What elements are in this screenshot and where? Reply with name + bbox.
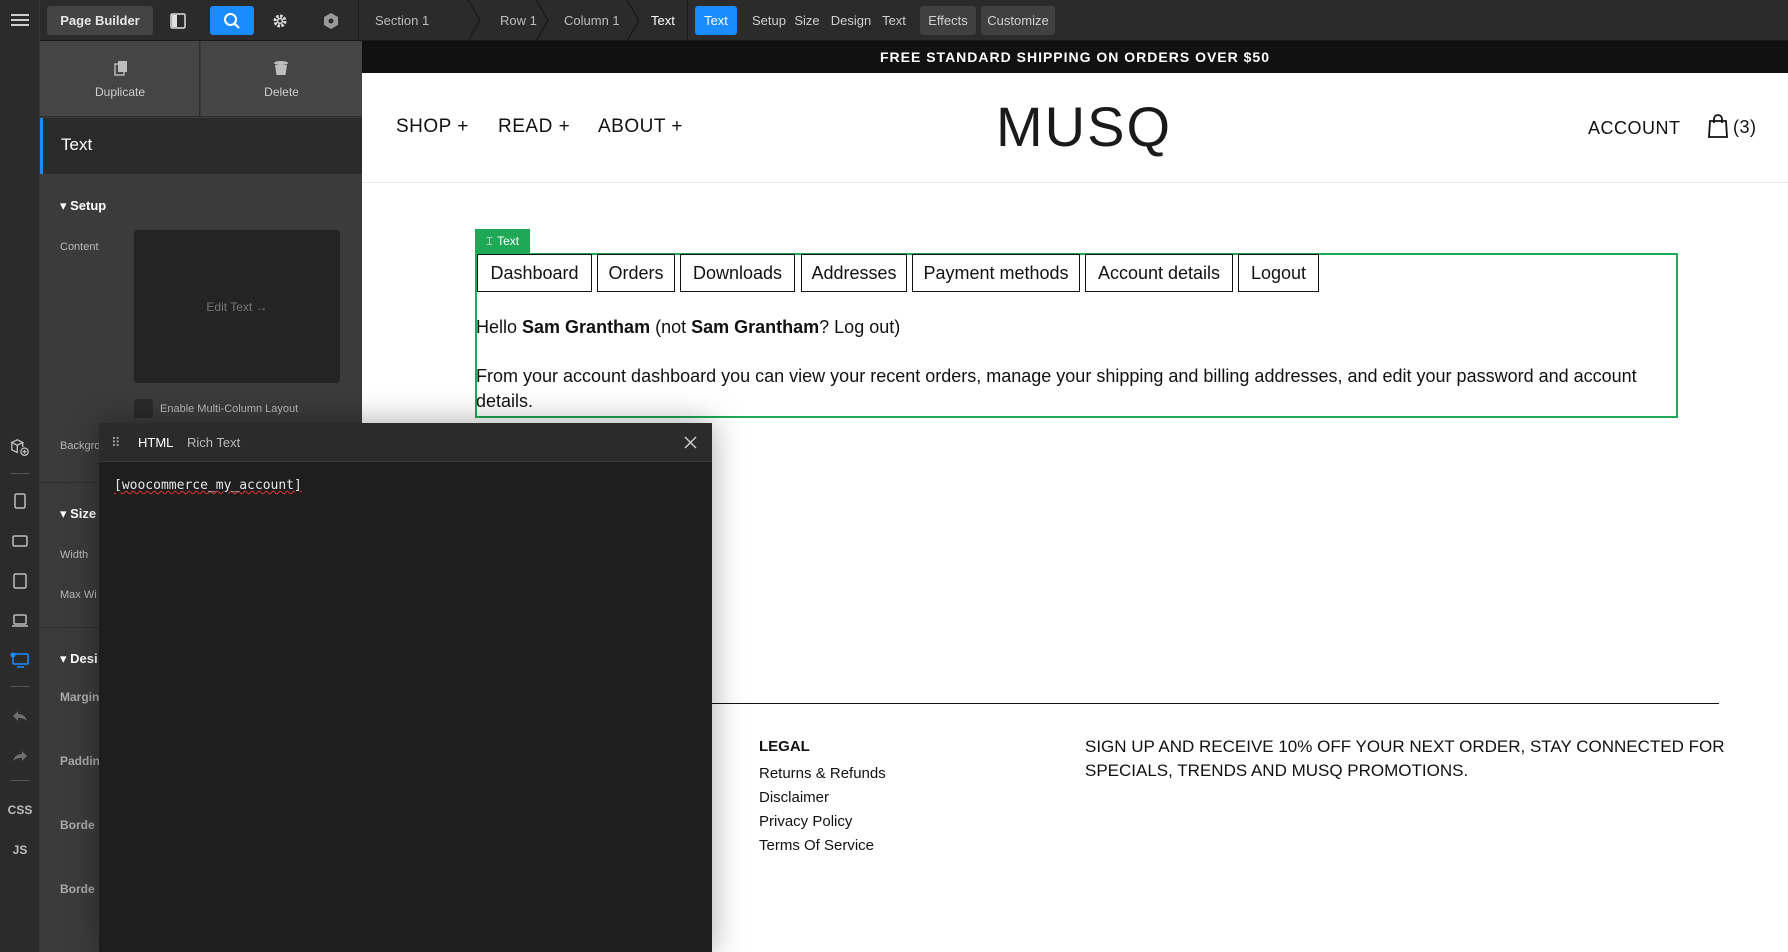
redo-icon[interactable] (10, 746, 30, 766)
left-rail: CSS JS (0, 0, 40, 952)
margin-label: Margin (60, 690, 100, 704)
tab-downloads[interactable]: Downloads (680, 254, 795, 292)
delete-button[interactable]: Delete (201, 41, 362, 117)
breadcrumb-row[interactable]: Row 1 (500, 0, 537, 41)
tab-dashboard[interactable]: Dashboard (477, 254, 592, 292)
search-icon[interactable] (210, 6, 254, 35)
trash-icon (274, 61, 288, 75)
duplicate-button[interactable]: Duplicate (40, 41, 200, 117)
css-button[interactable]: CSS (6, 800, 34, 820)
signup-text-line1: SIGN UP AND RECEIVE 10% OFF YOUR NEXT OR… (1085, 737, 1725, 756)
element-title-bar: Text (40, 118, 362, 174)
gear-icon[interactable] (263, 6, 297, 35)
border-label: Borde (60, 818, 95, 832)
page-builder-button[interactable]: Page Builder (47, 6, 153, 35)
max-width-label: Max Wi (60, 589, 97, 601)
size-section-toggle[interactable]: ▾ Size (60, 506, 96, 522)
nav-about[interactable]: ABOUT + (598, 116, 683, 138)
desktop-icon[interactable] (10, 650, 30, 670)
tab-orders[interactable]: Orders (597, 254, 675, 292)
panel-toggle-icon[interactable] (161, 6, 195, 35)
builder-toolbar: Page Builder Section 1 Row 1 Column 1 Te… (40, 0, 1788, 41)
signup-text-line2: SPECIALS, TRENDS AND MUSQ PROMOTIONS. (1085, 761, 1469, 780)
breadcrumb-section[interactable]: Section 1 (375, 0, 429, 41)
caret-down-icon: ▾ (60, 651, 71, 666)
legal-link-terms[interactable]: Terms Of Service (759, 837, 874, 854)
tab-logout[interactable]: Logout (1238, 254, 1319, 292)
width-label: Width (60, 549, 89, 561)
tab-design[interactable]: Design (826, 6, 876, 35)
js-button[interactable]: JS (10, 840, 30, 860)
nav-read[interactable]: READ + (498, 116, 570, 138)
element-tag-text[interactable]: Text (695, 6, 737, 35)
multi-column-label: Enable Multi-Column Layout (160, 403, 299, 415)
caret-down-icon: ▾ (60, 198, 71, 213)
multi-column-checkbox[interactable] (134, 399, 153, 418)
size-title: Size (70, 506, 97, 521)
modal-header: ⠿ HTML Rich Text (99, 423, 712, 462)
greeting-prefix: Hello (476, 317, 523, 337)
shopping-bag-icon[interactable] (1707, 113, 1729, 139)
tab-size[interactable]: Size (787, 6, 827, 35)
tab-html[interactable]: HTML (138, 435, 173, 450)
undo-icon[interactable] (10, 706, 30, 726)
border-radius-label: Borde (60, 882, 95, 896)
mobile-portrait-icon[interactable] (10, 491, 30, 511)
delete-label: Delete (264, 85, 299, 99)
legal-link-returns[interactable]: Returns & Refunds (759, 765, 886, 782)
dashboard-description-line2: details. (476, 391, 534, 411)
element-title: Text (61, 135, 93, 154)
account-link[interactable]: ACCOUNT (1588, 118, 1681, 139)
design-section-toggle[interactable]: ▾ Desi (60, 651, 98, 667)
tab-customize[interactable]: Customize (981, 6, 1055, 35)
nav-shop[interactable]: SHOP + (396, 116, 469, 138)
logout-link[interactable]: ? Log out) (819, 317, 900, 337)
element-badge-label: Text (497, 234, 520, 248)
text-cursor-icon: ⌶ (485, 233, 494, 248)
code-editor[interactable]: [woocommerce_my_account] (114, 478, 302, 493)
tab-account-details[interactable]: Account details (1085, 254, 1233, 292)
element-badge[interactable]: ⌶ Text (475, 229, 530, 253)
padding-label: Paddin (60, 754, 101, 768)
content-label: Content (60, 241, 99, 253)
site-logo[interactable]: MUSQ (984, 95, 1184, 158)
setup-section-toggle[interactable]: ▾ Setup (60, 198, 106, 214)
user-name: Sam Grantham (522, 317, 651, 337)
duplicate-label: Duplicate (94, 85, 146, 99)
tab-payment-methods[interactable]: Payment methods (912, 254, 1080, 292)
mobile-landscape-icon[interactable] (10, 531, 30, 551)
background-label: Backgro (60, 440, 101, 452)
laptop-icon[interactable] (10, 611, 30, 631)
hexagon-icon[interactable] (314, 6, 348, 35)
add-elements-icon[interactable] (10, 438, 30, 458)
tab-addresses[interactable]: Addresses (801, 254, 907, 292)
tab-text[interactable]: Text (876, 6, 912, 35)
edit-text-button[interactable]: Edit Text → (134, 230, 340, 383)
dashboard-description-line1: From your account dashboard you can view… (476, 366, 1637, 386)
shipping-banner: FREE STANDARD SHIPPING ON ORDERS OVER $5… (362, 41, 1788, 73)
close-icon[interactable] (684, 436, 697, 449)
breadcrumb-text[interactable]: Text (651, 0, 675, 41)
duplicate-icon (114, 61, 127, 76)
tablet-icon[interactable] (10, 571, 30, 591)
design-title: Desi (70, 651, 98, 666)
user-name-repeat: Sam Grantham (691, 317, 820, 337)
drag-handle-icon[interactable]: ⠿ (111, 435, 120, 451)
setup-title: Setup (70, 198, 107, 213)
breadcrumb-column[interactable]: Column 1 (564, 0, 620, 41)
menu-icon[interactable] (10, 10, 30, 30)
caret-down-icon: ▾ (60, 506, 71, 521)
legal-title: LEGAL (759, 738, 810, 755)
tab-rich-text[interactable]: Rich Text (187, 435, 240, 450)
greeting-text: Hello Sam Grantham (not Sam Grantham? Lo… (476, 315, 900, 340)
html-editor-modal: ⠿ HTML Rich Text [woocommerce_my_account… (99, 423, 712, 952)
legal-link-privacy[interactable]: Privacy Policy (759, 813, 852, 830)
cart-count[interactable]: (3) (1733, 117, 1757, 138)
greeting-mid: (not (650, 317, 692, 337)
legal-link-disclaimer[interactable]: Disclaimer (759, 789, 829, 806)
tab-effects[interactable]: Effects (920, 6, 976, 35)
